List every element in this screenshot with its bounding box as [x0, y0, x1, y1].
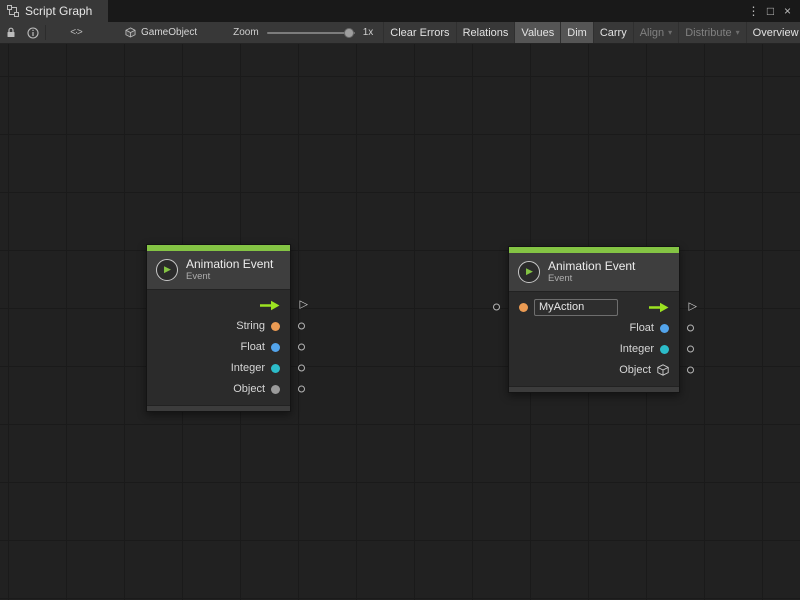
code-icon: <∙> — [70, 27, 81, 38]
string-port-dot — [271, 322, 280, 331]
node-subtitle: Event — [548, 273, 635, 284]
node-header[interactable]: ▶ Animation Event Event — [509, 253, 679, 292]
window-controls: ⋮ □ × — [746, 0, 800, 22]
zoom-slider-track — [267, 32, 355, 34]
event-icon: ▶ — [156, 259, 178, 281]
output-row-integer: Integer — [147, 358, 290, 379]
node-titles: Animation Event Event — [548, 259, 635, 285]
flow-output-port[interactable]: ▷ — [300, 300, 308, 311]
graph-toolbar: <∙> GameObject Zoom 1x Clear Errors Rela… — [0, 22, 800, 44]
graph-icon — [7, 5, 19, 17]
align-button[interactable]: Align ▾ — [633, 22, 678, 43]
output-row-float: Float — [509, 318, 679, 339]
action-input-row: ▷ — [509, 297, 679, 318]
float-output-port[interactable] — [298, 344, 305, 351]
toolbar-separator — [45, 25, 46, 40]
close-button[interactable]: × — [780, 0, 795, 22]
port-label-string: String — [236, 320, 265, 332]
port-label-float: Float — [241, 341, 265, 353]
node-body: ▷ Float Integer Object — [509, 292, 679, 386]
node-animation-event-2[interactable]: ▶ Animation Event Event ▷ Float — [508, 246, 680, 393]
flow-output-row: ▷ — [147, 295, 290, 316]
object-output-port[interactable] — [687, 367, 694, 374]
carry-button[interactable]: Carry — [593, 22, 633, 43]
lock-button[interactable] — [0, 22, 22, 43]
port-label-object: Object — [619, 364, 651, 376]
flow-arrow-icon — [260, 300, 280, 311]
output-row-object: Object — [147, 379, 290, 400]
zoom-label: Zoom — [233, 27, 259, 38]
port-label-float: Float — [630, 322, 654, 334]
node-title: Animation Event — [186, 257, 273, 271]
port-label-integer: Integer — [231, 362, 265, 374]
integer-port-dot — [271, 364, 280, 373]
zoom-value: 1x — [363, 27, 374, 38]
tab-label: Script Graph — [25, 4, 92, 18]
distribute-button[interactable]: Distribute ▾ — [678, 22, 745, 43]
integer-output-port[interactable] — [298, 365, 305, 372]
node-header[interactable]: ▶ Animation Event Event — [147, 251, 290, 290]
relations-button[interactable]: Relations — [456, 22, 515, 43]
action-name-input[interactable] — [534, 299, 618, 316]
info-button[interactable] — [22, 22, 44, 43]
integer-output-port[interactable] — [687, 346, 694, 353]
graph-canvas[interactable]: ▶ Animation Event Event ▷ String Float — [0, 44, 800, 600]
string-input-port[interactable] — [493, 304, 500, 311]
node-animation-event-1[interactable]: ▶ Animation Event Event ▷ String Float — [146, 244, 291, 412]
output-row-object: Object — [509, 360, 679, 381]
output-row-integer: Integer — [509, 339, 679, 360]
gameobject-label: GameObject — [141, 27, 197, 38]
info-icon — [27, 27, 39, 39]
integer-port-dot — [660, 345, 669, 354]
node-body: ▷ String Float Integer Object — [147, 290, 290, 405]
node-title: Animation Event — [548, 259, 635, 273]
inspect-button[interactable]: <∙> — [65, 22, 87, 43]
overview-button[interactable]: Overview — [746, 22, 800, 43]
zoom-control: Zoom 1x — [227, 22, 379, 43]
values-button[interactable]: Values — [514, 22, 560, 43]
node-subtitle: Event — [186, 271, 273, 282]
node-footer — [147, 405, 290, 411]
gameobject-target-button[interactable]: GameObject — [117, 22, 205, 43]
toolbar-buttons: Clear Errors Relations Values Dim Carry … — [383, 22, 800, 43]
dim-button[interactable]: Dim — [560, 22, 593, 43]
string-port-dot — [519, 303, 528, 312]
window-titlebar: Script Graph ⋮ □ × — [0, 0, 800, 22]
output-row-float: Float — [147, 337, 290, 358]
object-port-dot — [271, 385, 280, 394]
play-icon: ▶ — [164, 265, 171, 274]
maximize-button[interactable]: □ — [763, 0, 778, 22]
object-output-port[interactable] — [298, 386, 305, 393]
float-port-dot — [660, 324, 669, 333]
window-menu-button[interactable]: ⋮ — [746, 0, 761, 22]
chevron-down-icon: ▾ — [736, 28, 740, 37]
play-icon: ▶ — [526, 267, 533, 276]
zoom-slider-handle[interactable] — [344, 28, 354, 38]
string-output-port[interactable] — [298, 323, 305, 330]
flow-output-port[interactable]: ▷ — [689, 302, 697, 313]
float-output-port[interactable] — [687, 325, 694, 332]
event-icon: ▶ — [518, 261, 540, 283]
output-row-string: String — [147, 316, 290, 337]
object-cube-icon — [657, 364, 669, 376]
node-titles: Animation Event Event — [186, 257, 273, 283]
chevron-down-icon: ▾ — [668, 28, 672, 37]
clear-errors-button[interactable]: Clear Errors — [383, 22, 455, 43]
zoom-slider[interactable] — [267, 26, 355, 40]
float-port-dot — [271, 343, 280, 352]
port-label-integer: Integer — [620, 343, 654, 355]
lock-icon — [6, 27, 16, 38]
port-label-object: Object — [233, 383, 265, 395]
tab-script-graph[interactable]: Script Graph — [0, 0, 108, 22]
gameobject-icon — [125, 27, 136, 38]
flow-arrow-icon — [649, 302, 669, 313]
node-footer — [509, 386, 679, 392]
